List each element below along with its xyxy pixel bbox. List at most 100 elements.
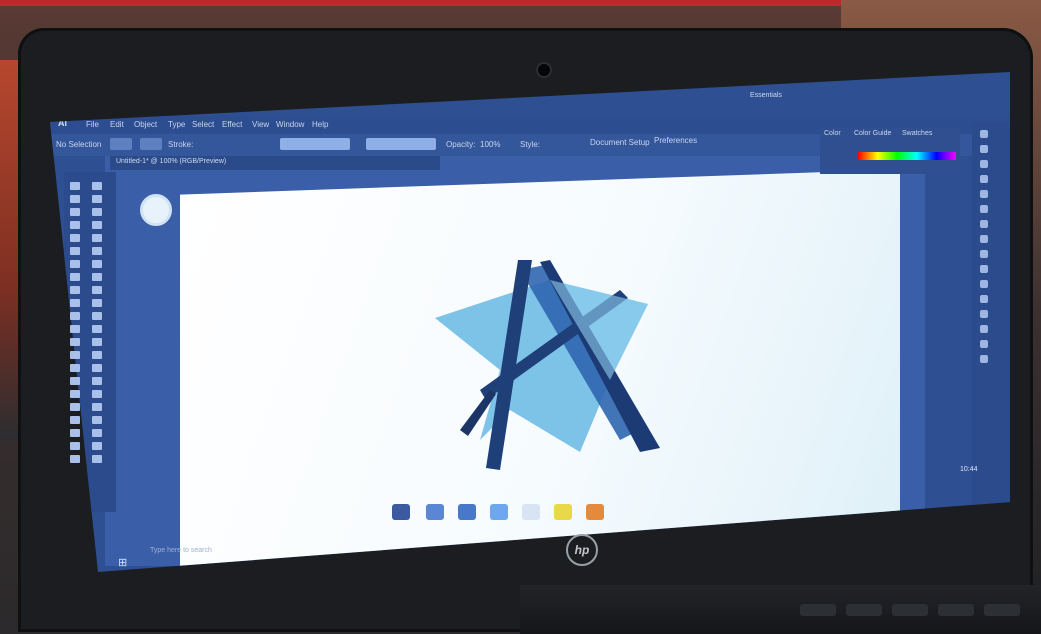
panel-dock-icon[interactable]: [980, 355, 988, 363]
tool-icon[interactable]: [70, 221, 80, 229]
tool-icon[interactable]: [92, 351, 102, 359]
tool-icon[interactable]: [92, 273, 102, 281]
tool-icon[interactable]: [92, 325, 102, 333]
panel-dock-icon[interactable]: [980, 175, 988, 183]
panel-dock-icon[interactable]: [980, 190, 988, 198]
tool-icon[interactable]: [70, 429, 80, 437]
menu-object[interactable]: Object: [134, 120, 157, 129]
tool-icon[interactable]: [70, 208, 80, 216]
tool-icon[interactable]: [70, 364, 80, 372]
panel-dock-icon[interactable]: [980, 220, 988, 228]
keyboard-key: [892, 604, 928, 616]
menu-type[interactable]: Type: [168, 120, 185, 129]
panel-dock-icon[interactable]: [980, 160, 988, 168]
opacity-label: Opacity:: [446, 140, 476, 149]
illustrator-icon[interactable]: [586, 504, 604, 520]
stroke-swatch[interactable]: [140, 138, 162, 150]
tool-icon[interactable]: [92, 390, 102, 398]
search-input[interactable]: Type here to search: [150, 547, 212, 554]
menu-effect[interactable]: Effect: [222, 120, 242, 129]
tool-icon[interactable]: [92, 455, 102, 463]
tool-icon[interactable]: [92, 377, 102, 385]
tool-icon[interactable]: [70, 195, 80, 203]
panel-dock-icon[interactable]: [980, 310, 988, 318]
menu-window[interactable]: Window: [276, 120, 304, 129]
task-view-icon[interactable]: [392, 504, 410, 520]
fill-swatch[interactable]: [110, 138, 132, 150]
document-setup-button[interactable]: Document Setup: [590, 138, 650, 147]
tool-icon[interactable]: [70, 260, 80, 268]
document-tab[interactable]: Untitled-1* @ 100% (RGB/Preview): [116, 158, 226, 165]
color-panel-title[interactable]: Color: [824, 130, 841, 137]
tool-icon[interactable]: [92, 338, 102, 346]
tool-icon[interactable]: [70, 351, 80, 359]
tool-icon[interactable]: [70, 442, 80, 450]
panel-dock-icon[interactable]: [980, 265, 988, 273]
brush-box[interactable]: [366, 138, 436, 150]
tool-icon[interactable]: [92, 403, 102, 411]
tool-icon[interactable]: [92, 364, 102, 372]
color-guide-tab[interactable]: Color Guide: [854, 130, 891, 137]
tool-icon[interactable]: [92, 208, 102, 216]
star-logo-artwork: [435, 260, 660, 470]
swatches-tab[interactable]: Swatches: [902, 130, 932, 137]
tool-icon[interactable]: [70, 312, 80, 320]
chrome-icon[interactable]: [522, 504, 540, 520]
menu-help[interactable]: Help: [312, 120, 328, 129]
preferences-button[interactable]: Preferences: [654, 136, 697, 145]
menu-edit[interactable]: Edit: [110, 120, 124, 129]
menu-select[interactable]: Select: [192, 120, 214, 129]
tool-icon[interactable]: [92, 286, 102, 294]
keyboard-key: [800, 604, 836, 616]
mail-icon[interactable]: [490, 504, 508, 520]
tool-icon[interactable]: [70, 455, 80, 463]
panel-dock-icon[interactable]: [980, 130, 988, 138]
menu-file[interactable]: File: [86, 120, 99, 129]
sticky-notes-icon[interactable]: [554, 504, 572, 520]
tool-icon[interactable]: [70, 234, 80, 242]
store-icon[interactable]: [458, 504, 476, 520]
tool-icon[interactable]: [70, 403, 80, 411]
tool-icon[interactable]: [70, 247, 80, 255]
color-spectrum[interactable]: [858, 152, 956, 160]
menu-view[interactable]: View: [252, 120, 269, 129]
selection-label: No Selection: [56, 140, 102, 149]
start-icon[interactable]: ⊞: [118, 556, 130, 569]
tool-icon[interactable]: [70, 416, 80, 424]
panel-dock-icon[interactable]: [980, 205, 988, 213]
tool-icon[interactable]: [92, 221, 102, 229]
panel-dock-icon[interactable]: [980, 325, 988, 333]
tool-icon[interactable]: [70, 390, 80, 398]
workspace-switcher[interactable]: Essentials: [750, 92, 782, 99]
panel-dock-icon[interactable]: [980, 295, 988, 303]
tool-icon[interactable]: [92, 247, 102, 255]
panel-dock-icon[interactable]: [980, 235, 988, 243]
variable-width-box[interactable]: [280, 138, 350, 150]
opacity-value[interactable]: 100%: [480, 140, 500, 149]
panel-dock-icon[interactable]: [980, 145, 988, 153]
tool-icon[interactable]: [70, 299, 80, 307]
canvas-badge-icon: [140, 194, 172, 226]
tool-icon[interactable]: [70, 286, 80, 294]
tool-icon[interactable]: [70, 182, 80, 190]
explorer-icon[interactable]: [426, 504, 444, 520]
tool-icon[interactable]: [92, 234, 102, 242]
tool-icon[interactable]: [92, 182, 102, 190]
tool-icon[interactable]: [92, 429, 102, 437]
tool-icon[interactable]: [70, 377, 80, 385]
keyboard-key: [938, 604, 974, 616]
tool-icon[interactable]: [70, 273, 80, 281]
tool-icon[interactable]: [92, 416, 102, 424]
tool-icon[interactable]: [92, 442, 102, 450]
tool-icon[interactable]: [92, 260, 102, 268]
tool-icon[interactable]: [92, 195, 102, 203]
taskbar-clock: 10:44: [960, 466, 978, 473]
panel-dock-icon[interactable]: [980, 340, 988, 348]
keyboard-key: [984, 604, 1020, 616]
tool-icon[interactable]: [70, 325, 80, 333]
tool-icon[interactable]: [70, 338, 80, 346]
panel-dock-icon[interactable]: [980, 280, 988, 288]
tool-icon[interactable]: [92, 312, 102, 320]
tool-icon[interactable]: [92, 299, 102, 307]
panel-dock-icon[interactable]: [980, 250, 988, 258]
